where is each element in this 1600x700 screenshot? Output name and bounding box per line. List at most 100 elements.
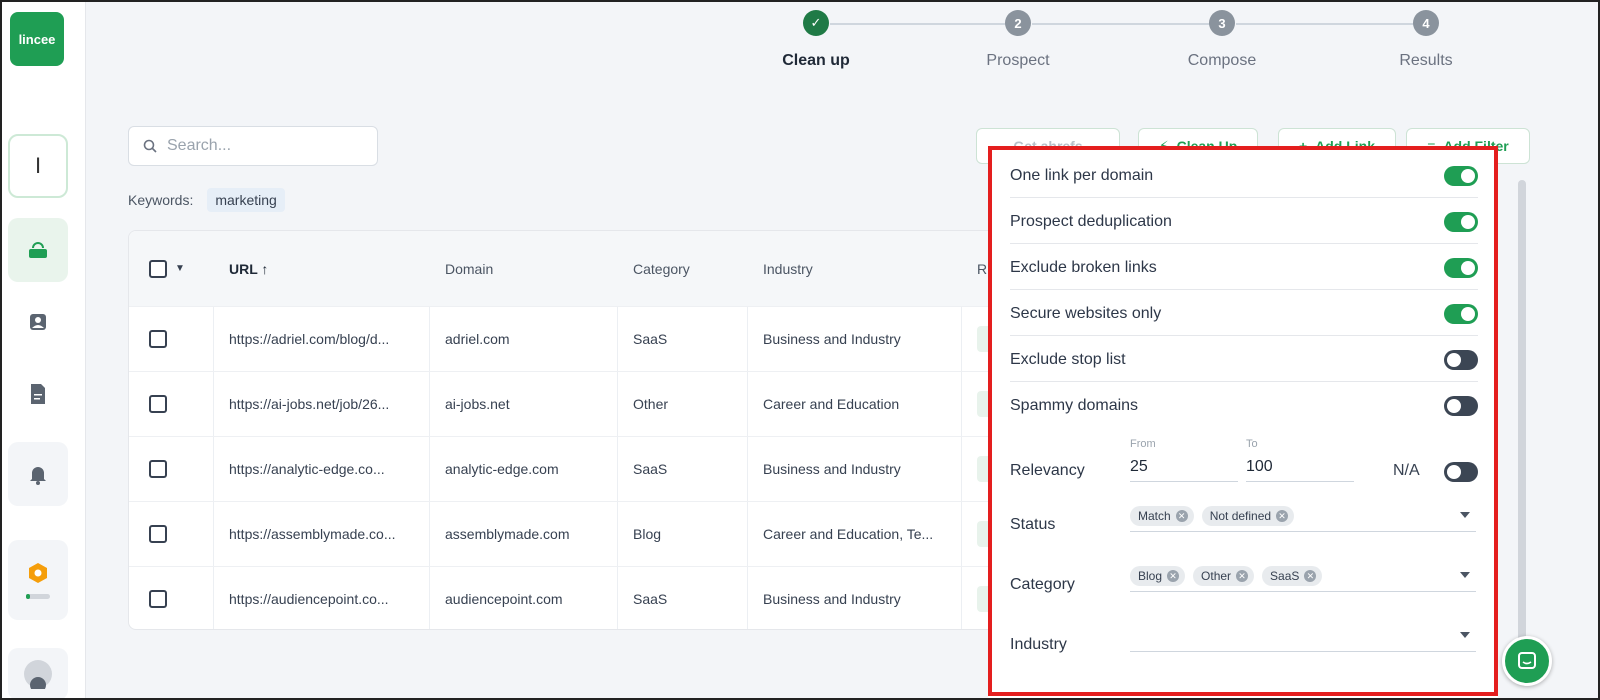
to-label: To: [1246, 438, 1258, 450]
remove-tag-icon[interactable]: ✕: [1236, 569, 1249, 582]
step-compose[interactable]: 3 Compose: [1152, 10, 1292, 70]
chat-button[interactable]: [1502, 636, 1552, 686]
header-url[interactable]: URL ↑: [229, 231, 268, 306]
toggle-switch[interactable]: [1444, 211, 1478, 232]
from-label: From: [1130, 438, 1156, 450]
remove-tag-icon[interactable]: ✕: [1304, 569, 1317, 582]
row-checkbox[interactable]: [149, 590, 167, 608]
row-checkbox[interactable]: [149, 395, 167, 413]
step-check-icon: ✓: [803, 10, 829, 36]
category-select[interactable]: Blog ✕ Other ✕ SaaS ✕: [1130, 560, 1476, 592]
remove-tag-icon[interactable]: ✕: [1167, 569, 1180, 582]
toggle-switch[interactable]: [1444, 396, 1478, 416]
bell-icon: [30, 467, 46, 485]
na-toggle-switch[interactable]: [1444, 462, 1478, 482]
category-tag[interactable]: SaaS ✕: [1262, 565, 1323, 586]
header-category[interactable]: Category: [633, 231, 690, 306]
step-label: Prospect: [986, 52, 1050, 69]
table-header: ▼ URL ↑ Domain Category Industry R: [129, 231, 997, 307]
filter-spammy-domains: Spammy domains: [1010, 384, 1478, 428]
sidebar-item-credits[interactable]: [8, 540, 68, 620]
caret-down-icon[interactable]: ▼: [175, 263, 185, 274]
row-url[interactable]: https://adriel.com/blog/d...: [229, 307, 389, 371]
keywords-label: Keywords:: [128, 192, 194, 208]
user-initial-button[interactable]: I: [8, 134, 68, 198]
remove-tag-icon[interactable]: ✕: [1175, 509, 1188, 522]
bag-icon: [29, 242, 47, 258]
table-row[interactable]: https://audiencepoint.co... audiencepoin…: [129, 567, 997, 629]
toggle-label: Spammy domains: [1010, 397, 1139, 414]
row-checkbox[interactable]: [149, 460, 167, 478]
filter-secure-websites-only: Secure websites only: [1010, 292, 1478, 336]
avatar-icon: [24, 660, 52, 689]
remove-tag-icon[interactable]: ✕: [1276, 509, 1289, 522]
toggle-label: Prospect deduplication: [1010, 212, 1172, 230]
toggle-label: One link per domain: [1010, 166, 1154, 184]
relevancy-to-input[interactable]: 100: [1246, 452, 1354, 482]
select-all[interactable]: ▼: [149, 231, 185, 306]
chat-icon: [1518, 652, 1536, 669]
step-number: 2: [1005, 10, 1031, 36]
sidebar-item-profile[interactable]: [8, 648, 68, 700]
search-box: [128, 126, 378, 166]
status-tag[interactable]: Not defined ✕: [1201, 505, 1295, 526]
row-industry: Career and Education, Te...: [763, 526, 934, 542]
chevron-down-icon[interactable]: [1460, 512, 1470, 518]
table-row[interactable]: https://adriel.com/blog/d... adriel.com …: [129, 307, 997, 372]
step-label: Clean up: [782, 52, 850, 69]
chevron-down-icon[interactable]: [1460, 632, 1470, 638]
header-domain[interactable]: Domain: [445, 231, 493, 306]
step-clean-up[interactable]: ✓ Clean up: [746, 10, 886, 70]
step-prospect[interactable]: 2 Prospect: [948, 10, 1088, 70]
row-domain: adriel.com: [445, 331, 510, 347]
category-label: Category: [1010, 576, 1075, 593]
header-industry[interactable]: Industry: [763, 231, 813, 306]
status-select[interactable]: Match ✕ Not defined ✕: [1130, 500, 1476, 532]
select-all-checkbox[interactable]: [149, 259, 167, 278]
row-url[interactable]: https://assemblymade.co...: [229, 502, 396, 566]
sidebar-item-notifications[interactable]: [8, 442, 68, 506]
category-tag[interactable]: Blog ✕: [1130, 565, 1186, 586]
toggle-switch[interactable]: [1444, 165, 1478, 186]
sidebar-item-documents[interactable]: [8, 362, 68, 426]
row-domain: audiencepoint.com: [445, 591, 563, 607]
table-row[interactable]: https://assemblymade.co... assemblymade.…: [129, 502, 997, 567]
row-domain: assemblymade.com: [445, 526, 570, 542]
row-industry: Career and Education: [763, 396, 900, 412]
row-domain: ai-jobs.net: [445, 396, 510, 412]
panel-scrollbar[interactable]: [1518, 180, 1526, 650]
table-row[interactable]: https://ai-jobs.net/job/26... ai-jobs.ne…: [129, 372, 997, 437]
status-label: Status: [1010, 516, 1056, 533]
row-checkbox[interactable]: [149, 525, 167, 543]
step-number: 4: [1413, 10, 1439, 36]
row-category: SaaS: [633, 591, 668, 607]
row-domain: analytic-edge.com: [445, 461, 559, 477]
row-url[interactable]: https://audiencepoint.co...: [229, 567, 389, 629]
table-row[interactable]: https://analytic-edge.co... analytic-edg…: [129, 437, 997, 502]
sidebar-item-campaigns[interactable]: [8, 218, 68, 282]
step-results[interactable]: 4 Results: [1356, 10, 1496, 70]
na-label: N/A: [1393, 462, 1420, 479]
toggle-switch[interactable]: [1444, 349, 1478, 370]
status-tag[interactable]: Match ✕: [1130, 505, 1194, 526]
keyword-chip[interactable]: marketing: [207, 188, 285, 212]
relevancy-from-input[interactable]: 25: [1130, 452, 1238, 482]
row-category: Blog: [633, 526, 662, 542]
toggle-label: Exclude broken links: [1010, 258, 1157, 276]
category-tag[interactable]: Other ✕: [1193, 565, 1255, 586]
row-url[interactable]: https://ai-jobs.net/job/26...: [229, 372, 389, 436]
chevron-down-icon[interactable]: [1460, 572, 1470, 578]
row-industry: Business and Industry: [763, 591, 901, 607]
logo[interactable]: lincee: [10, 12, 64, 66]
search-input[interactable]: [167, 137, 367, 155]
toggle-switch[interactable]: [1444, 257, 1478, 278]
row-url[interactable]: https://analytic-edge.co...: [229, 437, 385, 501]
filter-exclude-stop-list: Exclude stop list: [1010, 338, 1478, 382]
toggle-switch[interactable]: [1444, 303, 1478, 324]
row-checkbox[interactable]: [149, 330, 167, 348]
industry-select[interactable]: [1130, 620, 1476, 652]
header-extra[interactable]: R: [977, 231, 987, 306]
row-industry: Business and Industry: [763, 461, 901, 477]
filter-exclude-broken-links: Exclude broken links: [1010, 246, 1478, 290]
sidebar-item-contacts[interactable]: [8, 290, 68, 354]
